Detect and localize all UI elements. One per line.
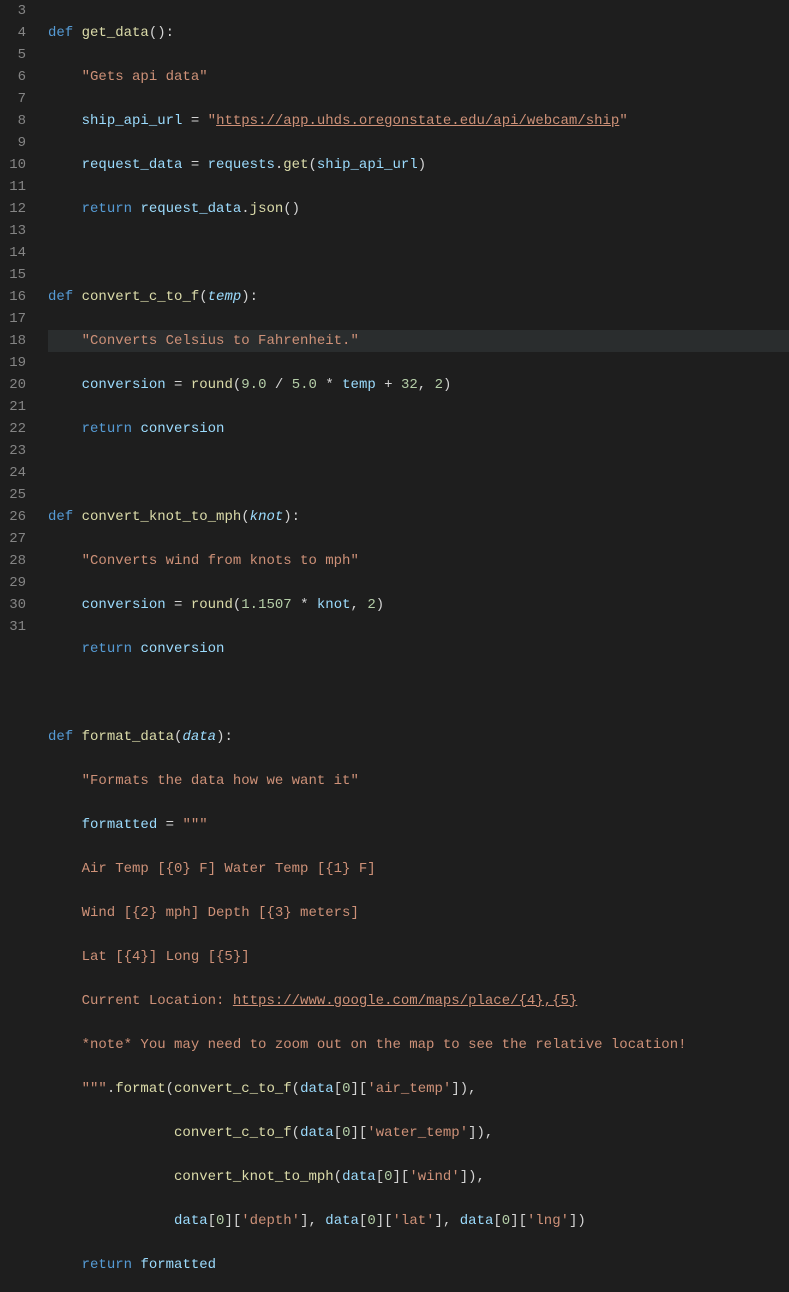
docstring: "Converts Celsius to Fahrenheit." [82,333,359,349]
code-line[interactable]: return request_data.json() [48,198,789,220]
func-name: get_data [82,25,149,41]
code-line[interactable]: request_data = requests.get(ship_api_url… [48,154,789,176]
line-number: 30 [0,594,26,616]
code-line[interactable]: Air Temp [{0} F] Water Temp [{1} F] [48,858,789,880]
code-editor[interactable]: 3 4 5 6 7 8 9 10 11 12 13 14 15 16 17 18… [0,0,789,1292]
line-number: 28 [0,550,26,572]
line-number: 20 [0,374,26,396]
code-line[interactable]: def convert_c_to_f(temp): [48,286,789,308]
code-line[interactable]: *note* You may need to zoom out on the m… [48,1034,789,1056]
line-number: 24 [0,462,26,484]
code-line[interactable]: conversion = round(9.0 / 5.0 * temp + 32… [48,374,789,396]
code-line[interactable]: data[0]['depth'], data[0]['lat'], data[0… [48,1210,789,1232]
variable: ship_api_url [82,113,183,129]
code-line[interactable]: return conversion [48,638,789,660]
line-number: 10 [0,154,26,176]
line-number: 25 [0,484,26,506]
docstring: "Gets api data" [82,69,208,85]
code-line-active[interactable]: "Converts Celsius to Fahrenheit." [48,330,789,352]
code-line[interactable]: def format_data(data): [48,726,789,748]
line-number: 22 [0,418,26,440]
line-number: 13 [0,220,26,242]
line-number: 14 [0,242,26,264]
line-number: 9 [0,132,26,154]
param: temp [208,289,242,305]
code-area[interactable]: def get_data(): "Gets api data" ship_api… [44,0,789,1292]
docstring: "Converts wind from knots to mph" [82,553,359,569]
line-number: 8 [0,110,26,132]
code-line[interactable] [48,682,789,704]
code-line[interactable]: return conversion [48,418,789,440]
code-line[interactable]: ship_api_url = "https://app.uhds.oregons… [48,110,789,132]
code-line[interactable]: conversion = round(1.1507 * knot, 2) [48,594,789,616]
code-line[interactable]: "Gets api data" [48,66,789,88]
line-number: 29 [0,572,26,594]
code-line[interactable]: Wind [{2} mph] Depth [{3} meters] [48,902,789,924]
code-line[interactable] [48,242,789,264]
code-line[interactable]: def convert_knot_to_mph(knot): [48,506,789,528]
docstring: "Formats the data how we want it" [82,773,359,789]
line-number: 27 [0,528,26,550]
line-number: 16 [0,286,26,308]
code-line[interactable]: "Formats the data how we want it" [48,770,789,792]
code-line[interactable] [48,462,789,484]
line-number: 31 [0,616,26,638]
code-line[interactable]: """.format(convert_c_to_f(data[0]['air_t… [48,1078,789,1100]
line-number: 23 [0,440,26,462]
line-number: 19 [0,352,26,374]
code-line[interactable]: return formatted [48,1254,789,1276]
code-line[interactable]: "Converts wind from knots to mph" [48,550,789,572]
line-number: 7 [0,88,26,110]
func-name: format_data [82,729,174,745]
url-string: https://www.google.com/maps/place/{4},{5… [233,993,577,1009]
line-number: 5 [0,44,26,66]
param: data [182,729,216,745]
line-number: 3 [0,0,26,22]
keyword-def: def [48,25,73,41]
code-line[interactable]: Lat [{4}] Long [{5}] [48,946,789,968]
line-number: 17 [0,308,26,330]
line-number: 18 [0,330,26,352]
line-number-gutter: 3 4 5 6 7 8 9 10 11 12 13 14 15 16 17 18… [0,0,44,1292]
line-number: 21 [0,396,26,418]
func-name: convert_c_to_f [82,289,200,305]
code-line[interactable]: convert_c_to_f(data[0]['water_temp']), [48,1122,789,1144]
code-line[interactable]: def get_data(): [48,22,789,44]
line-number: 11 [0,176,26,198]
code-line[interactable]: convert_knot_to_mph(data[0]['wind']), [48,1166,789,1188]
line-number: 12 [0,198,26,220]
line-number: 6 [0,66,26,88]
code-line[interactable]: formatted = """ [48,814,789,836]
code-line[interactable]: Current Location: https://www.google.com… [48,990,789,1012]
line-number: 4 [0,22,26,44]
func-name: convert_knot_to_mph [82,509,242,525]
line-number: 26 [0,506,26,528]
url-string: https://app.uhds.oregonstate.edu/api/web… [216,113,619,129]
line-number: 15 [0,264,26,286]
param: knot [250,509,284,525]
